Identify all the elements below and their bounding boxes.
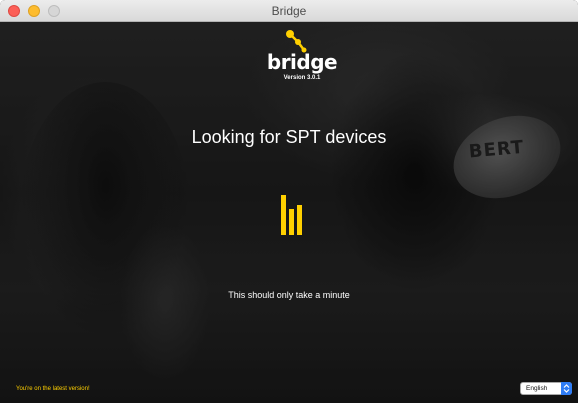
app-window: Bridge BERT bridge Version 3.0.1 Looking… bbox=[0, 0, 578, 403]
window-title: Bridge bbox=[271, 4, 307, 18]
title-bar: Bridge bbox=[0, 0, 578, 22]
logo-wordmark: bridge bbox=[266, 50, 338, 74]
bars-loading-icon bbox=[281, 195, 309, 235]
loader-bar-1 bbox=[281, 195, 286, 235]
bridge-logo: bridge Version 3.0.1 bbox=[262, 28, 342, 88]
select-arrows-icon bbox=[561, 382, 572, 395]
version-label: Version 3.0.1 bbox=[283, 75, 321, 81]
loader-bar-3 bbox=[297, 205, 302, 235]
page-title: Looking for SPT devices bbox=[191, 127, 387, 147]
main-content: BERT bridge Version 3.0.1 Looking for SP… bbox=[0, 22, 578, 403]
language-selected-value: English bbox=[526, 385, 548, 392]
loader-bar-2 bbox=[289, 209, 294, 235]
language-select[interactable]: English bbox=[520, 382, 572, 395]
status-message: This should only take a minute bbox=[228, 290, 350, 300]
update-status: You're on the latest version! bbox=[16, 386, 90, 392]
